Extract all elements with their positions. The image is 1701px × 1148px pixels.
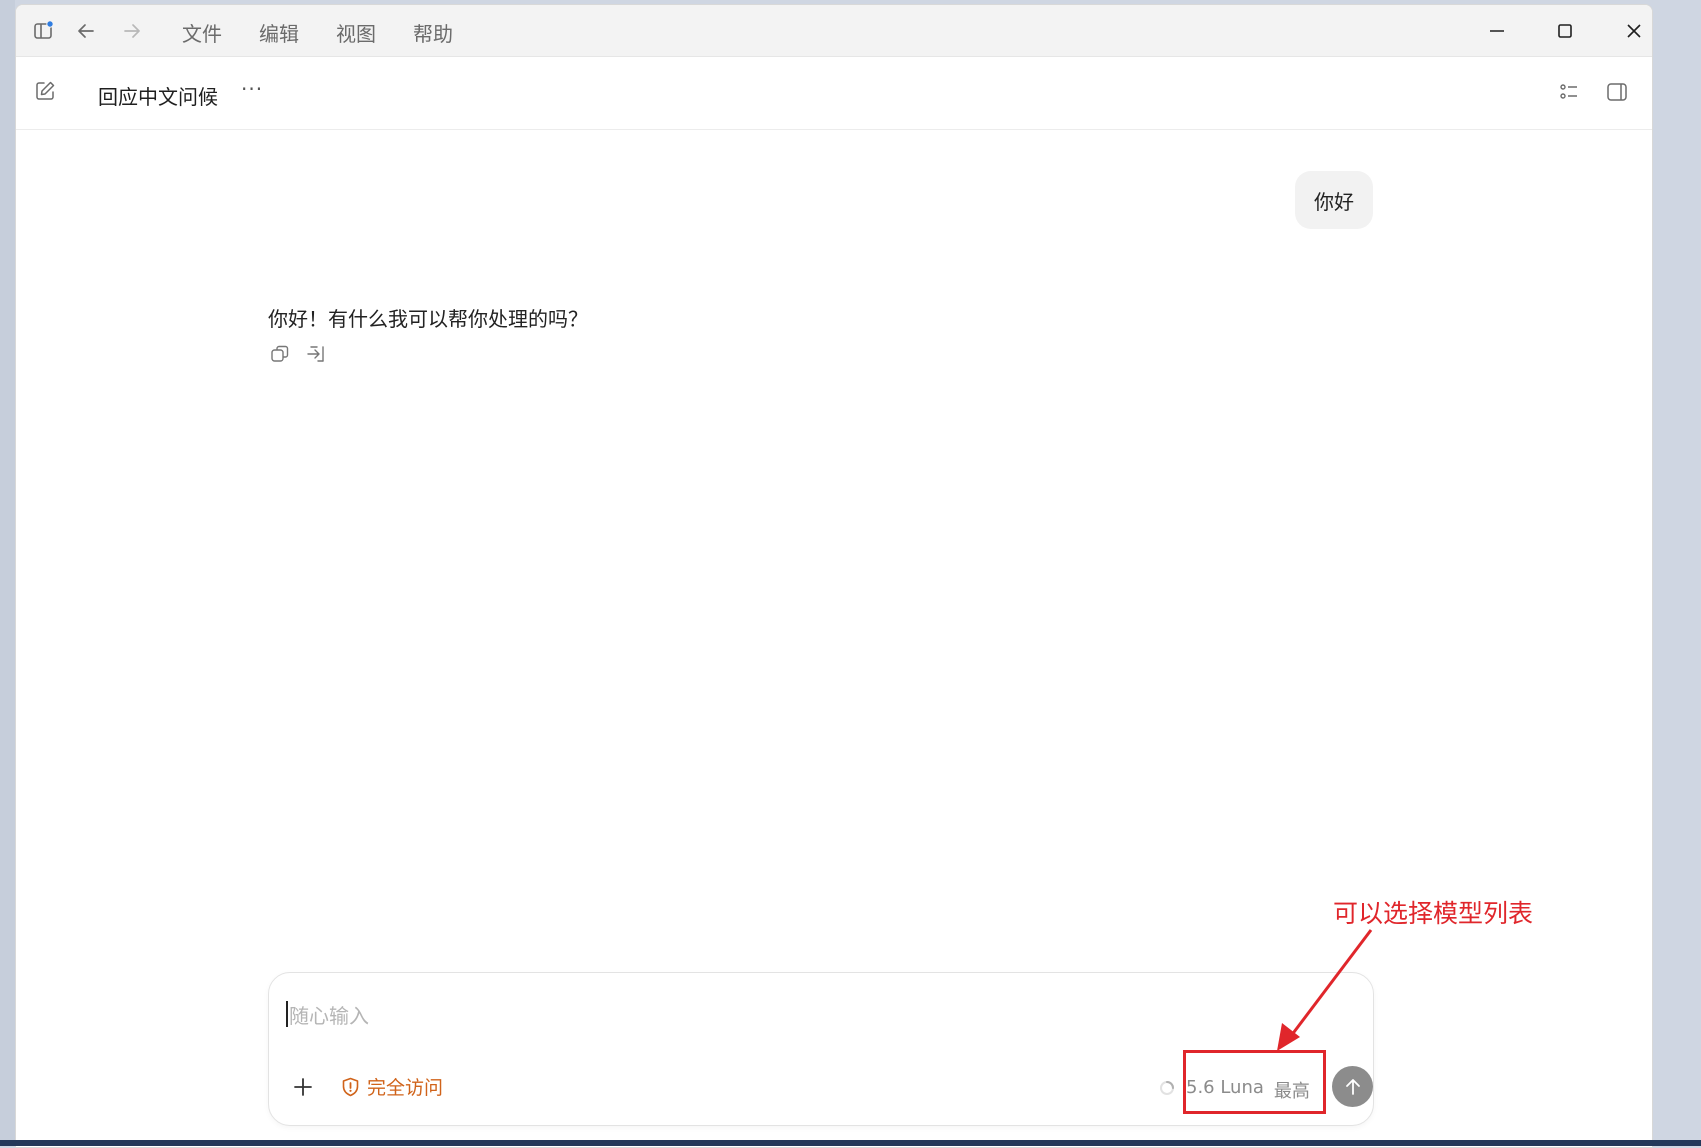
- menu-edit[interactable]: 编辑: [259, 18, 336, 47]
- app-window: 文件 编辑 视图 帮助 回应中文问候 ··· 你好 你好！有什么我可以帮你处理的…: [15, 4, 1653, 1148]
- assistant-reply: 你好！有什么我可以帮你处理的吗？: [268, 307, 588, 331]
- back-arrow-icon[interactable]: [74, 19, 98, 43]
- loading-spinner-icon: [1160, 1081, 1174, 1095]
- more-options-button[interactable]: ···: [241, 77, 263, 101]
- user-message-bubble: 你好: [1295, 171, 1373, 229]
- copy-icon[interactable]: [269, 343, 291, 369]
- menu-bar: 文件 编辑 视图 帮助: [182, 18, 490, 47]
- page-title: 回应中文问候: [98, 85, 218, 109]
- reply-actions: [269, 343, 329, 369]
- user-message-text: 你好: [1314, 189, 1354, 214]
- full-access-button[interactable]: 完全访问: [341, 1073, 443, 1100]
- add-attachment-button[interactable]: [289, 1073, 317, 1101]
- arrow-up-icon: [1345, 1078, 1360, 1095]
- shield-alert-icon: [342, 1077, 359, 1096]
- send-button[interactable]: [1332, 1066, 1373, 1107]
- minimize-button[interactable]: [1463, 5, 1531, 56]
- text-cursor: [286, 1001, 288, 1027]
- title-bar: 文件 编辑 视图 帮助: [16, 5, 1652, 57]
- side-panel-icon[interactable]: [1606, 81, 1630, 105]
- desktop-background: [0, 0, 15, 1146]
- new-chat-icon[interactable]: [33, 79, 59, 105]
- sidebar-toggle-icon[interactable]: [32, 19, 56, 43]
- minimize-icon: [1490, 29, 1504, 32]
- annotation-label: 可以选择模型列表: [1333, 899, 1534, 928]
- taskbar-edge: [0, 1140, 1701, 1146]
- conversation-header: 回应中文问候 ···: [16, 57, 1652, 130]
- maximize-button[interactable]: [1531, 5, 1599, 56]
- close-icon: [1627, 23, 1641, 38]
- maximize-icon: [1558, 23, 1572, 38]
- menu-view[interactable]: 视图: [336, 18, 413, 47]
- annotation-highlight-box: [1183, 1050, 1326, 1114]
- plus-icon: [294, 1078, 312, 1096]
- menu-file[interactable]: 文件: [182, 18, 259, 47]
- close-button[interactable]: [1600, 5, 1652, 56]
- forward-arrow-icon[interactable]: [120, 19, 144, 43]
- branch-icon[interactable]: [305, 343, 329, 369]
- menu-help[interactable]: 帮助: [413, 18, 490, 47]
- message-input[interactable]: 随心输入: [289, 1000, 369, 1029]
- task-list-icon[interactable]: [1558, 81, 1582, 105]
- full-access-label: 完全访问: [367, 1077, 444, 1099]
